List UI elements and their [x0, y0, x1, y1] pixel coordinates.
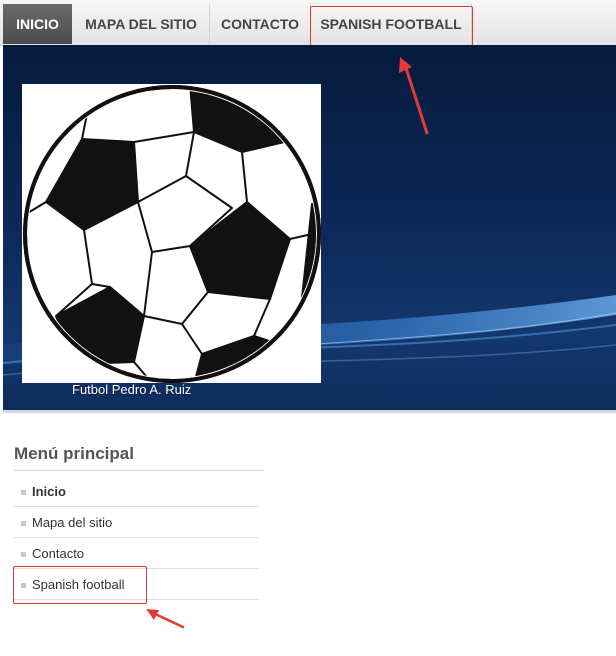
nav-item-label: CONTACTO — [220, 16, 300, 32]
nav-item-label: MAPA DEL SITIO — [85, 16, 197, 32]
menu-item-label: Inicio — [32, 484, 66, 499]
nav-item-contacto[interactable]: CONTACTO — [210, 4, 311, 44]
menu-item-mapa-del-sitio[interactable]: Mapa del sitio — [13, 507, 259, 538]
top-navigation: INICIO MAPA DEL SITIO CONTACTO SPANISH F… — [0, 0, 616, 46]
menu-item-inicio[interactable]: Inicio — [13, 476, 259, 507]
soccer-ball-image — [22, 84, 321, 383]
annotation-arrow-menu — [146, 609, 185, 629]
bullet-icon — [21, 521, 26, 526]
menu-item-label: Contacto — [32, 546, 85, 561]
menu-item-contacto[interactable]: Contacto — [13, 538, 259, 569]
menu-title-divider — [13, 470, 264, 471]
bullet-icon — [21, 490, 26, 495]
bullet-icon — [21, 552, 26, 557]
nav-item-label: INICIO — [16, 16, 59, 32]
nav-item-inicio[interactable]: INICIO — [3, 4, 72, 44]
banner-divider — [3, 410, 616, 413]
menu-item-label: Mapa del sitio — [32, 515, 113, 530]
nav-item-mapa-del-sitio[interactable]: MAPA DEL SITIO — [73, 4, 210, 44]
header-banner: Futbol Pedro A. Ruiz — [3, 45, 616, 410]
highlight-box-nav — [310, 6, 473, 46]
annotation-arrow-nav — [399, 57, 429, 135]
banner-caption: Futbol Pedro A. Ruiz — [72, 382, 192, 397]
highlight-box-menu — [13, 566, 147, 604]
menu-title: Menú principal — [14, 444, 134, 463]
soccer-ball-icon — [23, 85, 321, 383]
